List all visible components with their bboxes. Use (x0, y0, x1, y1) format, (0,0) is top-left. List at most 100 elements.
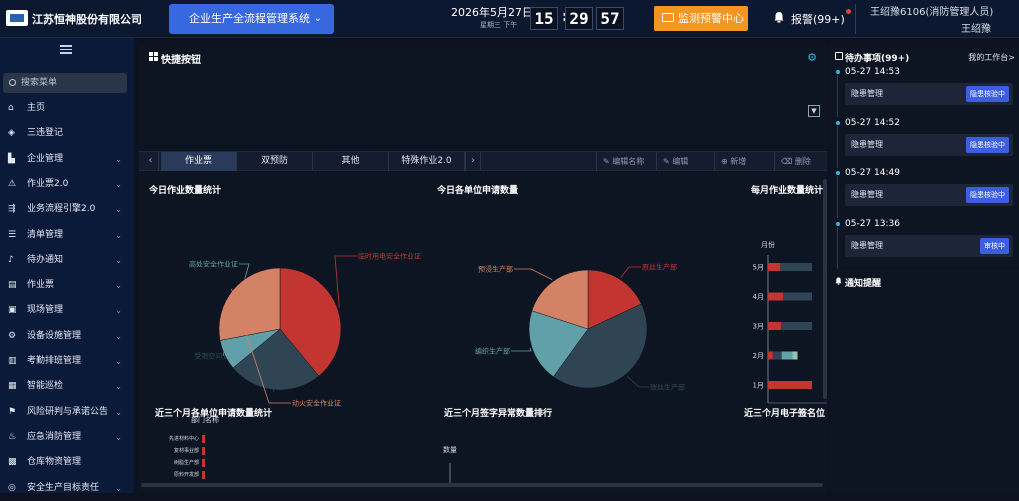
todo-item[interactable]: 隐患管理 隐患核验中 (845, 133, 1013, 156)
tab-teshuzuoye[interactable]: 特殊作业2.0 (389, 152, 465, 171)
weekday-period: 星期三 下午 (480, 21, 518, 29)
bar-segment (782, 292, 813, 301)
chevron-down-icon: ⌄ (115, 281, 122, 291)
monitor-center-button[interactable]: 监测预警中心 (654, 6, 748, 31)
ticket-icon: ▤ (8, 280, 17, 291)
bar-segment (202, 447, 205, 455)
main-content: 快捷按钮 ⚙ ▼ ‹ 作业票 双预防 其他 特殊作业2.0 › ✎ 编辑名称 ✎… (139, 45, 827, 493)
todo-item-name: 隐患管理 (851, 139, 883, 149)
bar-segment (768, 292, 783, 301)
sidebar-item-label: 风险研判与承诺公告 (27, 406, 109, 417)
sidebar-item[interactable]: ☰ 清单管理 ⌄ (0, 223, 134, 248)
sidebar-item[interactable]: ◎ 安全生产目标责任 ⌄ (0, 476, 134, 501)
home-icon: ⌂ (8, 103, 14, 113)
tab-qita[interactable]: 其他 (313, 152, 389, 171)
timeline-line (837, 226, 838, 269)
sidebar-item-label: 智能巡检 (27, 381, 64, 392)
bar-segment (780, 263, 813, 271)
three-month-unit-title: 近三个月各单位申请数量统计 (155, 409, 273, 419)
todo-item[interactable]: 隐患管理 隐患核验中 (845, 184, 1013, 206)
todo-time: 05-27 14:49 (845, 168, 900, 178)
sidebar-item-label: 待办通知 (27, 254, 64, 265)
menu-search-input[interactable]: 搜索菜单 (3, 73, 127, 93)
timeline-dot (836, 171, 840, 175)
charts-canvas: 临时用电安全作业证受限空间安全作...高处安全作业证动火安全作业证原丝生产部碳丝… (169, 240, 827, 483)
sidebar-item[interactable]: ▥ 考勤排班管理 ⌄ (0, 349, 134, 374)
menu-search-placeholder: 搜索菜单 (21, 78, 58, 88)
calendar-icon (835, 52, 843, 60)
pie-label: 原丝生产部 (642, 263, 677, 272)
tab-zuoyepiao[interactable]: 作业票 (161, 152, 237, 171)
sidebar-item-label: 三违登记 (27, 128, 64, 139)
collapse-down-icon[interactable]: ▼ (808, 105, 820, 117)
top-header: 江苏恒神股份有限公司 企业生产全流程管理系统 ⌄ 2026年5月27日 星期三 … (0, 0, 1019, 38)
chevron-down-icon: ⌄ (115, 432, 122, 442)
sidebar-item[interactable]: ⌂ 主页 (0, 96, 134, 121)
todo-item[interactable]: 隐患管理 隐患核验中 (845, 83, 1013, 105)
notice-panel: 通知提醒 (831, 270, 1019, 493)
sidebar-item-label: 设备设施管理 (27, 330, 82, 341)
sidebar-item[interactable]: ⇶ 业务流程引擎2.0 ⌄ (0, 197, 134, 222)
edit-name-label: 编辑名称 (612, 157, 645, 166)
alarm-button[interactable]: 报警(99+) (773, 9, 851, 27)
timeline-dot (836, 70, 840, 74)
sidebar-item-label: 安全生产目标责任 (27, 482, 100, 493)
row-label: 树脂生产部 (174, 459, 199, 466)
status-badge: 审核中 (980, 237, 1009, 254)
header-divider (855, 4, 856, 34)
tab-shuangyufang[interactable]: 双预防 (237, 152, 313, 171)
category-label: 4月 (753, 293, 764, 301)
edit-button[interactable]: ✎ 编辑 (656, 152, 712, 171)
chevron-down-icon: ⌄ (115, 179, 122, 189)
user-account[interactable]: 王绍豫6106(消防管理人员) (870, 3, 993, 18)
chevron-down-icon: ⌄ (115, 154, 122, 164)
sidebar-item[interactable]: ▤ 作业票 ⌄ (0, 273, 134, 298)
sidebar-item[interactable]: ⚠ 作业票2.0 ⌄ (0, 172, 134, 197)
menu-toggle-icon[interactable] (60, 45, 72, 54)
equipment-icon: ⚙ (8, 330, 17, 341)
status-badge: 隐患核验中 (966, 86, 1009, 102)
pie-label: 预浸生产部 (478, 265, 513, 274)
add-label: 新增 (730, 157, 747, 166)
category-label: 2月 (753, 352, 764, 360)
todo-item[interactable]: 隐患管理 审核中 (845, 234, 1013, 257)
risk-icon: ⚑ (8, 406, 17, 417)
horizontal-scrollbar[interactable] (141, 483, 823, 487)
tab-next-icon[interactable]: › (465, 152, 481, 171)
clock-minute: 29 (565, 7, 593, 30)
sidebar-item[interactable]: ▦ 智能巡检 ⌄ (0, 374, 134, 399)
delete-button[interactable]: ⌫ 删除 (774, 152, 824, 171)
layers-icon: ◈ (8, 128, 15, 139)
my-workbench-link[interactable]: 我的工作台> (968, 52, 1015, 63)
timeline-line (837, 125, 838, 168)
sidebar-item[interactable]: ♨ 应急消防管理 ⌄ (0, 425, 134, 450)
building-icon: ▙ (8, 153, 15, 164)
bar-segment (772, 351, 782, 360)
alarm-dot (845, 9, 851, 14)
sidebar-item[interactable]: ♪ 待办通知 ⌄ (0, 248, 134, 273)
category-label: 3月 (753, 323, 764, 331)
sidebar-item[interactable]: ⚑ 风险研判与承诺公告 ⌄ (0, 400, 134, 425)
grid-icon: ▦ (8, 381, 17, 392)
monitor-icon (662, 13, 674, 22)
chevron-down-icon: ⌄ (115, 407, 122, 417)
search-icon (9, 79, 16, 86)
sidebar-item[interactable]: ▙ 企业管理 ⌄ (0, 147, 134, 172)
edit-name-button[interactable]: ✎ 编辑名称 (596, 152, 654, 171)
sidebar-item-label: 作业票2.0 (27, 178, 69, 189)
system-select[interactable]: 企业生产全流程管理系统 ⌄ (169, 4, 334, 34)
user-name[interactable]: 王绍豫 (961, 20, 991, 35)
gear-icon[interactable]: ⚙ (807, 51, 817, 64)
tab-prev-icon[interactable]: ‹ (143, 152, 159, 171)
timeline-dot (836, 120, 840, 125)
bell-icon: ♪ (8, 254, 14, 265)
sidebar-item[interactable]: ▩ 仓库物资管理 (0, 450, 134, 475)
sidebar-item[interactable]: ◈ 三违登记 (0, 121, 134, 146)
warehouse-icon: ▩ (8, 457, 17, 468)
add-button[interactable]: ⊕ 新增 (714, 152, 772, 171)
vertical-scrollbar[interactable] (823, 179, 827, 399)
pie-label-line (334, 255, 357, 308)
sidebar-item[interactable]: ▣ 现场管理 ⌄ (0, 298, 134, 323)
sidebar-item[interactable]: ⚙ 设备设施管理 ⌄ (0, 324, 134, 349)
y-axis-label: 数量 (443, 445, 457, 454)
